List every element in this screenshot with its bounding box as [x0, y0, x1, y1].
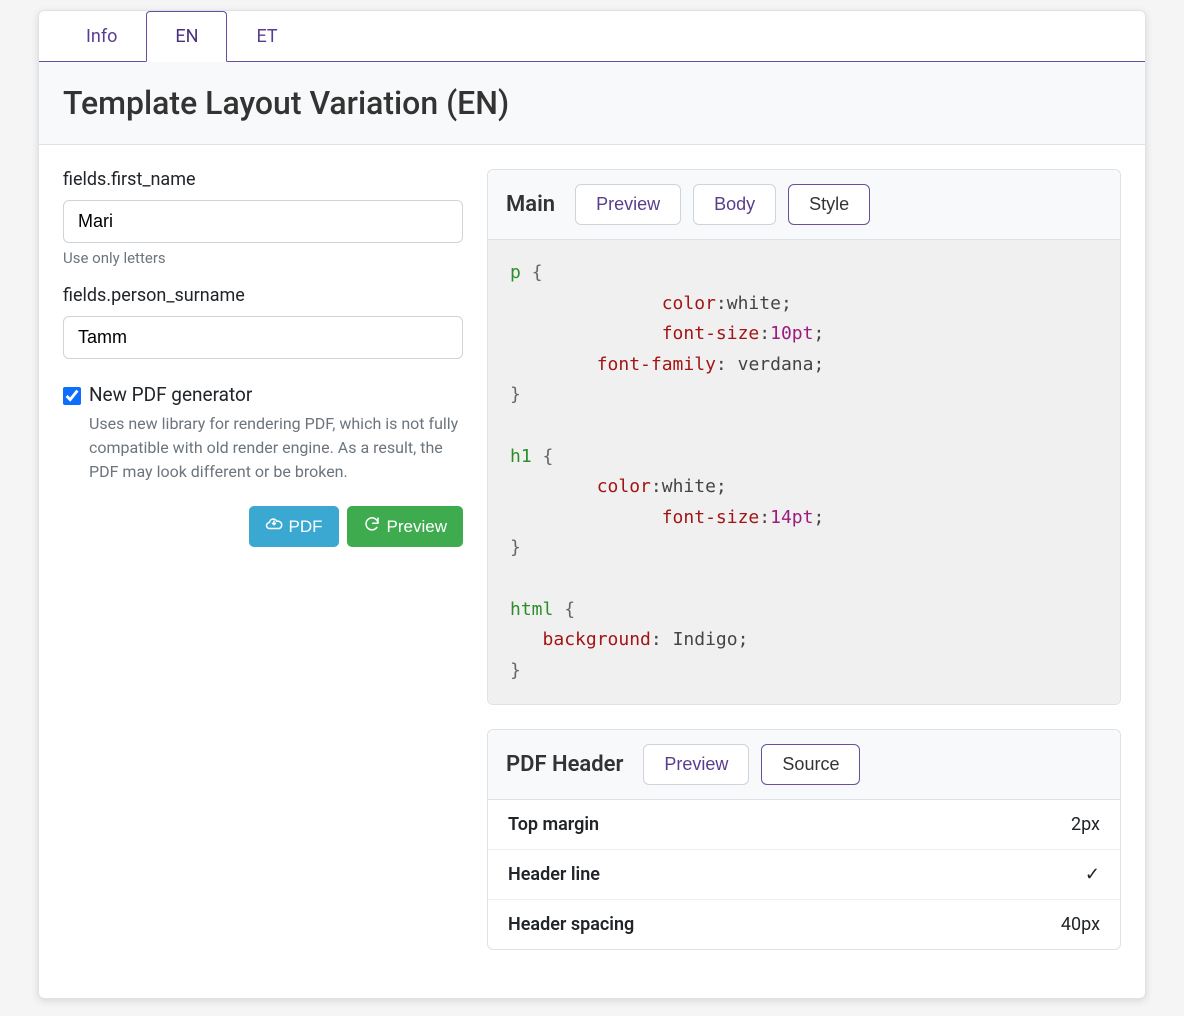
refresh-icon: [363, 515, 381, 538]
tab-et[interactable]: ET: [227, 11, 306, 62]
pdfh-tab-preview[interactable]: Preview: [643, 744, 749, 785]
pdf-button[interactable]: PDF: [249, 506, 339, 547]
pdf-header-row: Header line ✓: [488, 849, 1120, 899]
editor-card: Info EN ET Template Layout Variation (EN…: [38, 10, 1146, 999]
surname-input[interactable]: [63, 316, 463, 359]
pdf-header-row: Header spacing 40px: [488, 899, 1120, 949]
pdf-header-row: Top margin 2px: [488, 800, 1120, 849]
title-bar: Template Layout Variation (EN): [39, 62, 1145, 145]
preview-button[interactable]: Preview: [347, 506, 463, 547]
main-panel: Main Preview Body Style p { color:white;…: [487, 169, 1121, 705]
language-tabs: Info EN ET: [39, 11, 1145, 62]
row-value: 40px: [1061, 914, 1100, 935]
new-pdf-checkbox-row: New PDF generator: [63, 383, 463, 406]
pdfh-tab-source[interactable]: Source: [761, 744, 860, 785]
panels-column: Main Preview Body Style p { color:white;…: [487, 169, 1121, 974]
row-value: ✓: [1085, 864, 1100, 885]
row-value: 2px: [1071, 814, 1100, 835]
page-title: Template Layout Variation (EN): [63, 84, 1121, 122]
cloud-download-icon: [265, 515, 283, 538]
first-name-input[interactable]: [63, 200, 463, 243]
main-tab-body[interactable]: Body: [693, 184, 776, 225]
pdf-header-title: PDF Header: [506, 752, 623, 777]
preview-button-label: Preview: [387, 517, 447, 537]
action-buttons: PDF Preview: [63, 506, 463, 547]
main-tab-preview[interactable]: Preview: [575, 184, 681, 225]
first-name-label: fields.first_name: [63, 169, 463, 190]
form-column: fields.first_name Use only letters field…: [63, 169, 463, 974]
css-editor[interactable]: p { color:white; font-size:10pt; font-fa…: [488, 240, 1120, 704]
main-panel-title: Main: [506, 192, 555, 217]
row-key: Header line: [508, 864, 600, 885]
surname-label: fields.person_surname: [63, 285, 463, 306]
pdf-header-panel: PDF Header Preview Source Top margin 2px H…: [487, 729, 1121, 950]
main-panel-head: Main Preview Body Style: [488, 170, 1120, 240]
new-pdf-desc: Uses new library for rendering PDF, whic…: [89, 412, 463, 484]
pdf-header-panel-head: PDF Header Preview Source: [488, 730, 1120, 800]
pdf-header-rows: Top margin 2px Header line ✓ Header spacing 4…: [488, 800, 1120, 949]
row-key: Top margin: [508, 814, 599, 835]
main-tab-style[interactable]: Style: [788, 184, 870, 225]
field-surname: fields.person_surname: [63, 285, 463, 365]
row-key: Header spacing: [508, 914, 634, 935]
pdf-button-label: PDF: [289, 517, 323, 537]
new-pdf-checkbox[interactable]: [63, 387, 81, 405]
new-pdf-label: New PDF generator: [89, 383, 252, 406]
field-first-name: fields.first_name Use only letters: [63, 169, 463, 267]
tab-info[interactable]: Info: [57, 11, 146, 62]
tab-en[interactable]: EN: [146, 11, 227, 62]
content: fields.first_name Use only letters field…: [39, 145, 1145, 998]
first-name-help: Use only letters: [63, 249, 463, 267]
